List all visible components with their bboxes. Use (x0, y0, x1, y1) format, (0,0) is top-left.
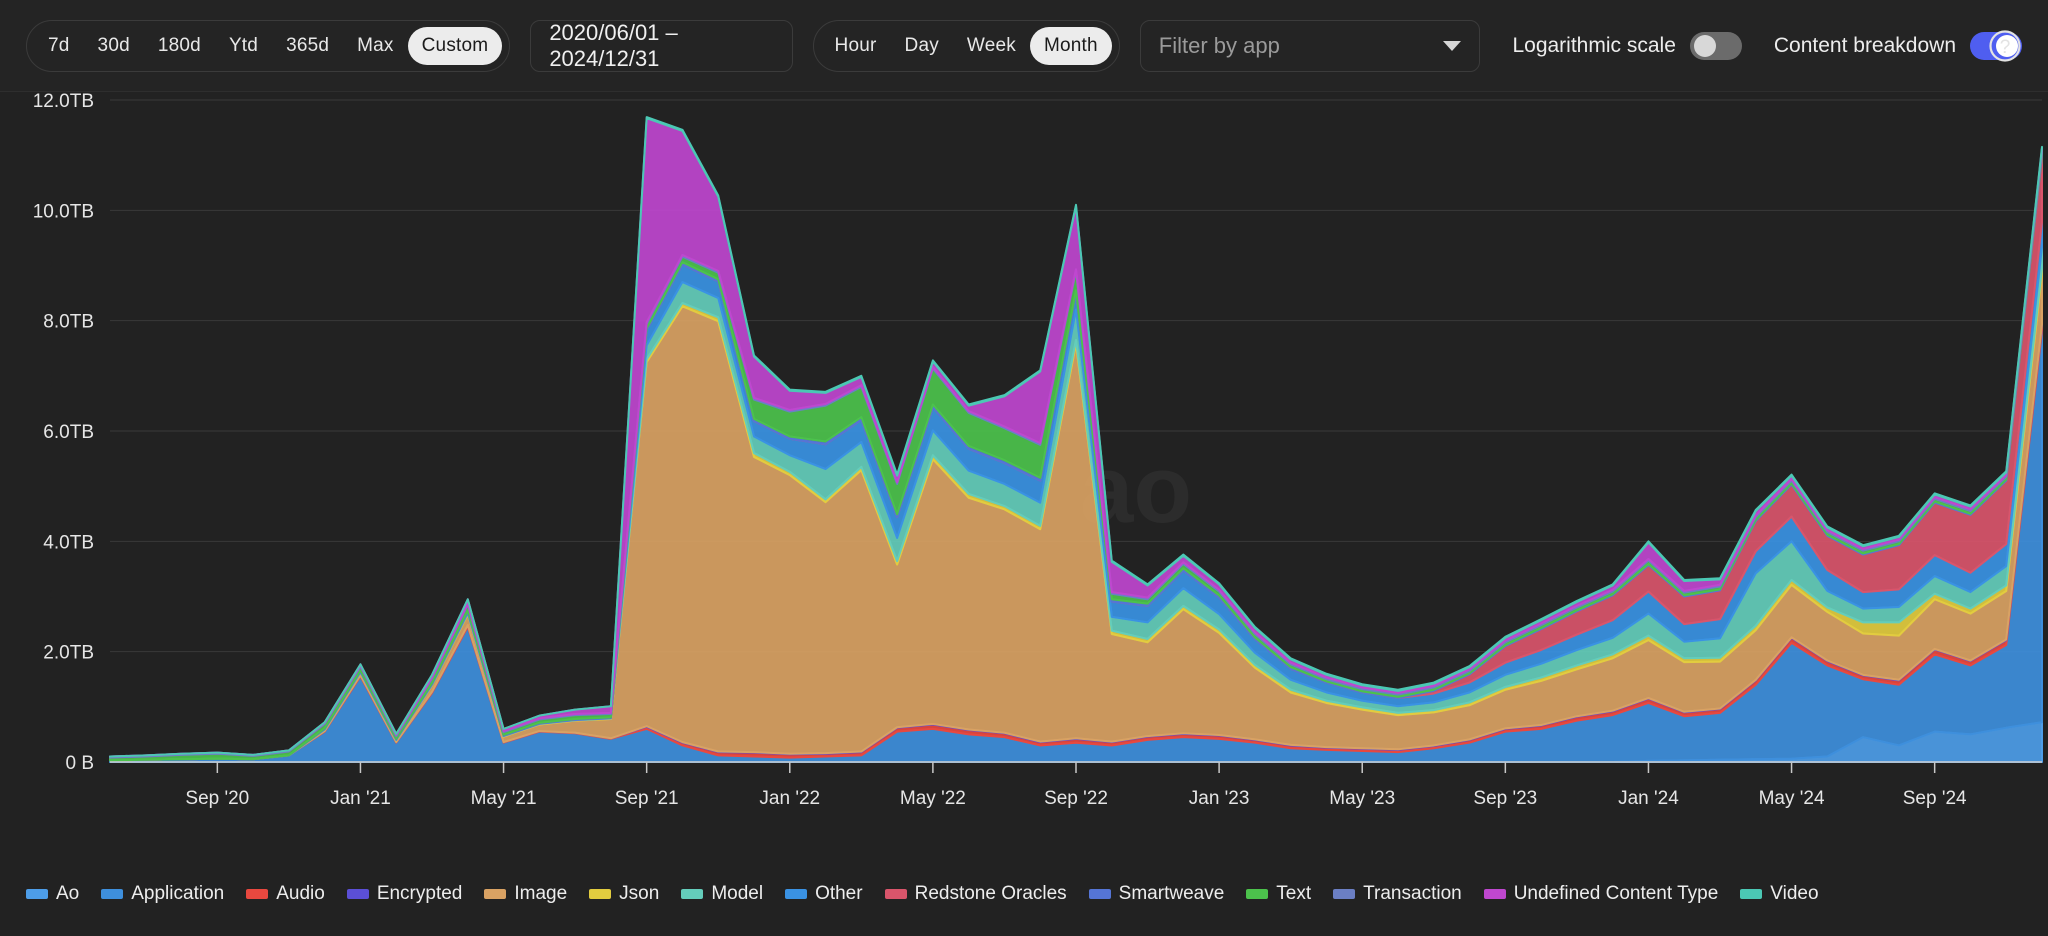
chart-toolbar: 7d30d180dYtd365dMaxCustom 2020/06/01 – 2… (0, 0, 2048, 92)
legend-item[interactable]: Json (589, 883, 659, 905)
legend-swatch (101, 889, 123, 899)
app-filter-select[interactable]: Filter by app (1140, 20, 1481, 72)
stacked-area-chart[interactable]: 12.0TB10.0TB8.0TB6.0TB4.0TB2.0TB0 BaoSep… (0, 92, 2048, 852)
content-breakdown-toggle-group[interactable]: Content breakdown (1774, 32, 2022, 60)
y-axis-tick-label: 12.0TB (33, 92, 94, 112)
toggle-knob (1694, 35, 1716, 57)
y-axis-tick-label: 0 B (65, 753, 94, 774)
legend-item[interactable]: Ao (26, 883, 79, 905)
legend-swatch (26, 889, 48, 899)
legend-item[interactable]: Model (681, 883, 763, 905)
range-button-custom[interactable]: Custom (408, 27, 503, 65)
legend-swatch (246, 889, 268, 899)
x-axis-tick-label: May '24 (1759, 788, 1825, 809)
legend-item[interactable]: Undefined Content Type (1484, 883, 1719, 905)
chart-legend: Ao Application Audio Encrypted Image Json Mode… (0, 852, 2048, 936)
x-axis-tick-label: Sep '20 (185, 788, 249, 809)
legend-item[interactable]: Image (484, 883, 567, 905)
date-range-field[interactable]: 2020/06/01 – 2024/12/31 (530, 20, 792, 72)
y-axis-tick-label: 4.0TB (43, 532, 94, 553)
range-button-180d[interactable]: 180d (144, 27, 215, 65)
legend-item[interactable]: Encrypted (347, 883, 463, 905)
legend-swatch (785, 889, 807, 899)
x-axis-tick-label: Jan '24 (1618, 788, 1679, 809)
logarithmic-scale-label: Logarithmic scale (1512, 34, 1675, 58)
date-range-value: 2020/06/01 – 2024/12/31 (549, 20, 773, 72)
x-axis-tick-label: May '22 (900, 788, 966, 809)
legend-label: Transaction (1363, 883, 1462, 905)
granularity-selector[interactable]: HourDayWeekMonth (813, 20, 1120, 72)
x-axis-tick-label: Sep '24 (1903, 788, 1967, 809)
time-range-selector[interactable]: 7d30d180dYtd365dMaxCustom (26, 20, 510, 72)
svg-text:?: ? (2000, 37, 2011, 58)
question-circle-icon[interactable]: ? (1988, 29, 2022, 63)
legend-label: Encrypted (377, 883, 463, 905)
x-axis-tick-label: May '23 (1329, 788, 1395, 809)
logarithmic-scale-toggle-group[interactable]: Logarithmic scale (1512, 32, 1741, 60)
legend-label: Text (1276, 883, 1311, 905)
legend-item[interactable]: Audio (246, 883, 325, 905)
legend-label: Smartweave (1119, 883, 1225, 905)
legend-item[interactable]: Redstone Oracles (885, 883, 1067, 905)
legend-item[interactable]: Video (1740, 883, 1818, 905)
legend-swatch (681, 889, 703, 899)
legend-swatch (1089, 889, 1111, 899)
range-button-max[interactable]: Max (343, 27, 408, 65)
legend-label: Image (514, 883, 567, 905)
x-axis-tick-label: Jan '22 (759, 788, 820, 809)
legend-swatch (885, 889, 907, 899)
legend-label: Audio (276, 883, 325, 905)
legend-item[interactable]: Other (785, 883, 863, 905)
legend-label: Model (711, 883, 763, 905)
storage-chart-page: 7d30d180dYtd365dMaxCustom 2020/06/01 – 2… (0, 0, 2048, 936)
y-axis-tick-label: 8.0TB (43, 312, 94, 333)
legend-swatch (589, 889, 611, 899)
legend-label: Json (619, 883, 659, 905)
range-button-ytd[interactable]: Ytd (215, 27, 272, 65)
x-axis-tick-label: Sep '21 (615, 788, 679, 809)
x-axis-tick-label: May '21 (471, 788, 537, 809)
legend-item[interactable]: Transaction (1333, 883, 1462, 905)
legend-swatch (1246, 889, 1268, 899)
legend-label: Ao (56, 883, 79, 905)
logarithmic-scale-switch[interactable] (1690, 32, 1742, 60)
content-breakdown-label: Content breakdown (1774, 34, 1956, 58)
granularity-button-month[interactable]: Month (1030, 27, 1112, 65)
granularity-button-week[interactable]: Week (953, 27, 1030, 65)
legend-label: Undefined Content Type (1514, 883, 1719, 905)
app-filter-placeholder-text: Filter by app (1159, 33, 1280, 59)
legend-label: Redstone Oracles (915, 883, 1067, 905)
legend-swatch (1740, 889, 1762, 899)
chart-canvas[interactable]: 12.0TB10.0TB8.0TB6.0TB4.0TB2.0TB0 BaoSep… (0, 92, 2048, 852)
range-button-7d[interactable]: 7d (34, 27, 84, 65)
legend-label: Other (815, 883, 863, 905)
legend-swatch (484, 889, 506, 899)
y-axis-tick-label: 10.0TB (33, 201, 94, 222)
x-axis-tick-label: Sep '22 (1044, 788, 1108, 809)
y-axis-tick-label: 6.0TB (43, 422, 94, 443)
x-axis-tick-label: Jan '23 (1189, 788, 1250, 809)
legend-label: Application (131, 883, 224, 905)
legend-item[interactable]: Application (101, 883, 224, 905)
legend-swatch (347, 889, 369, 899)
legend-swatch (1333, 889, 1355, 899)
chevron-down-icon (1443, 41, 1461, 51)
y-axis-tick-label: 2.0TB (43, 643, 94, 664)
range-button-365d[interactable]: 365d (272, 27, 343, 65)
legend-item[interactable]: Smartweave (1089, 883, 1225, 905)
range-button-30d[interactable]: 30d (84, 27, 144, 65)
granularity-button-hour[interactable]: Hour (821, 27, 891, 65)
legend-item[interactable]: Text (1246, 883, 1311, 905)
granularity-button-day[interactable]: Day (891, 27, 953, 65)
legend-label: Video (1770, 883, 1818, 905)
legend-swatch (1484, 889, 1506, 899)
x-axis-tick-label: Sep '23 (1473, 788, 1537, 809)
x-axis-tick-label: Jan '21 (330, 788, 391, 809)
